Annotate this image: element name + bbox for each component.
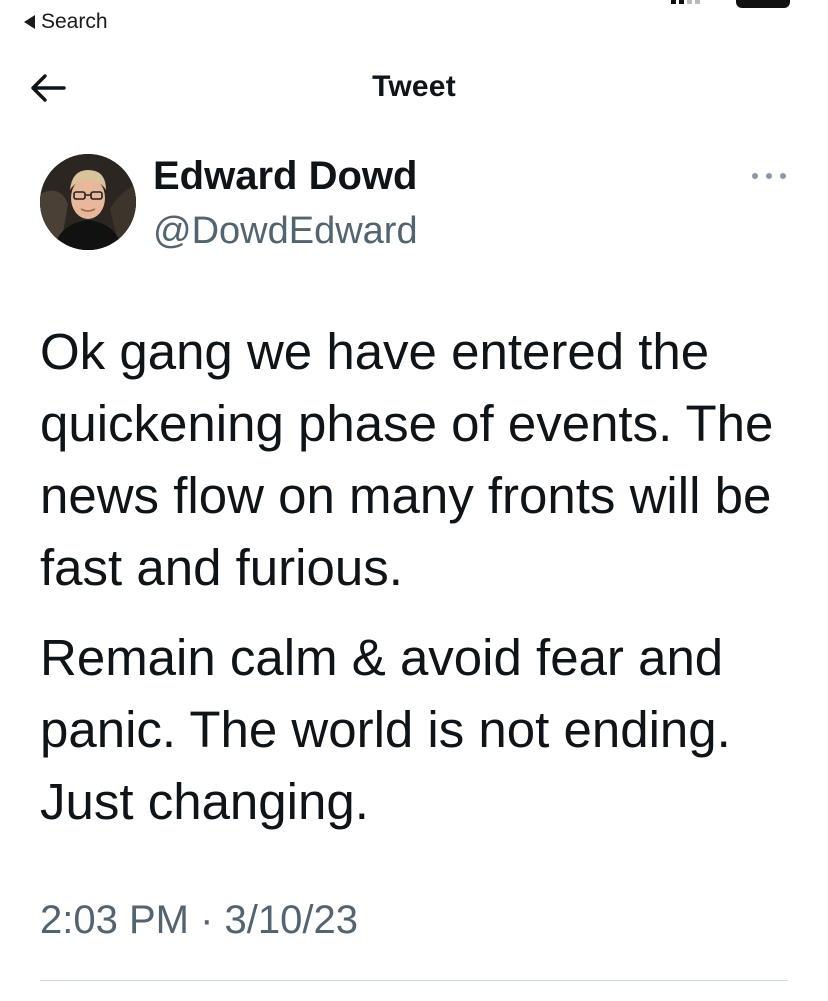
- author-handle[interactable]: @DowdEdward: [153, 210, 418, 253]
- author-name[interactable]: Edward Dowd: [153, 154, 417, 199]
- divider: [40, 980, 788, 981]
- status-bar: Search: [0, 0, 828, 40]
- tweet-author: Edward Dowd @DowdEdward: [40, 154, 800, 254]
- tweet-paragraph: Ok gang we have entered the quickening p…: [40, 323, 774, 596]
- more-horizontal-icon[interactable]: [752, 164, 786, 188]
- tweet-timestamp[interactable]: 2:03 PM · 3/10/23: [40, 898, 358, 943]
- tweet-paragraph: Remain calm & avoid fear and panic. The …: [40, 629, 731, 830]
- tweet-text: Ok gang we have entered the quickening p…: [40, 316, 810, 856]
- back-to-search-button[interactable]: Search: [24, 10, 108, 34]
- back-to-search-label: Search: [41, 10, 108, 33]
- navigation-bar: Tweet: [0, 60, 828, 116]
- back-triangle-icon: [24, 15, 35, 29]
- page-title: Tweet: [372, 70, 456, 103]
- avatar[interactable]: [40, 154, 136, 250]
- cellular-signal-icon: [671, 0, 700, 4]
- battery-icon: [736, 0, 790, 8]
- status-indicators: [671, 0, 790, 8]
